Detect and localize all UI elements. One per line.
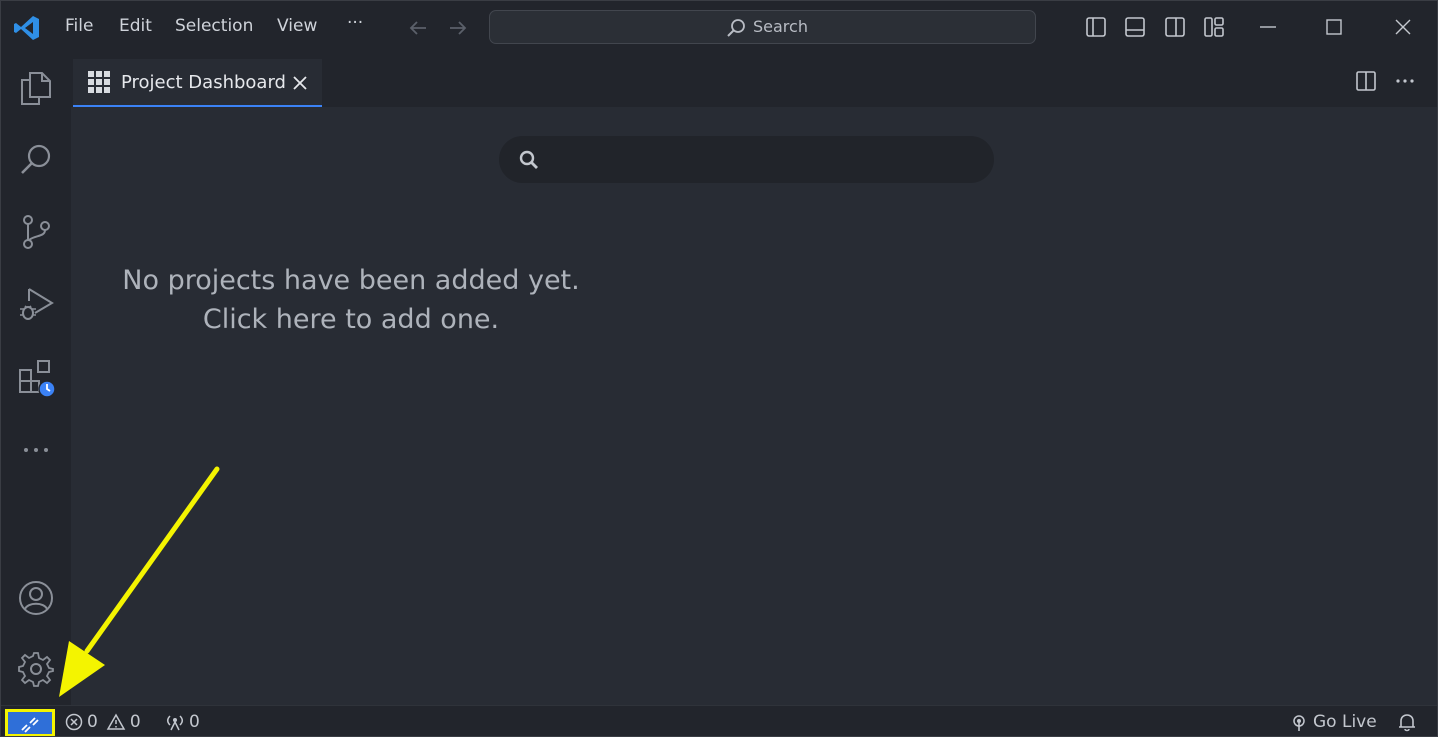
run-debug-icon[interactable]: [17, 285, 55, 323]
toggle-panel-icon[interactable]: [1124, 16, 1146, 38]
editor-more-actions-icon[interactable]: [1394, 70, 1416, 92]
split-editor-icon[interactable]: [1355, 70, 1377, 92]
menu-more[interactable]: ···: [347, 13, 363, 33]
toggle-secondary-sidebar-icon[interactable]: [1164, 16, 1186, 38]
account-icon[interactable]: [17, 579, 55, 617]
dashboard-search-input[interactable]: [499, 136, 994, 183]
customize-layout-icon[interactable]: [1203, 16, 1225, 38]
ports-count: 0: [189, 712, 200, 732]
search-icon[interactable]: [17, 141, 55, 179]
close-window-icon[interactable]: [1391, 15, 1415, 39]
toggle-primary-sidebar-icon[interactable]: [1085, 16, 1107, 38]
status-bar: 0 0 0 Go Live: [1, 705, 1437, 736]
forward-arrow-icon[interactable]: [447, 17, 469, 39]
warning-count: 0: [129, 712, 141, 732]
go-live-label: Go Live: [1313, 712, 1377, 732]
vscode-logo-icon: [14, 16, 39, 40]
error-icon: [65, 713, 83, 731]
empty-state-line1: No projects have been added yet.: [122, 265, 580, 296]
search-icon: [519, 150, 538, 169]
back-arrow-icon[interactable]: [407, 17, 429, 39]
menu-edit[interactable]: Edit: [119, 16, 152, 36]
activity-bar: [1, 53, 71, 705]
search-label: Search: [753, 17, 808, 36]
menu-selection[interactable]: Selection: [175, 16, 253, 36]
remote-indicator-button[interactable]: [5, 709, 55, 736]
empty-state-line2[interactable]: Click here to add one.: [111, 300, 591, 339]
explorer-icon[interactable]: [17, 69, 55, 107]
error-count: 0: [87, 712, 98, 732]
problems-indicator[interactable]: 0 0: [65, 712, 141, 732]
editor-tab-bar: Project Dashboard: [71, 53, 1437, 107]
tab-label: Project Dashboard: [121, 72, 286, 93]
gear-icon[interactable]: [17, 650, 55, 688]
source-control-icon[interactable]: [17, 213, 55, 251]
broadcast-icon: [167, 715, 183, 731]
broadcast-icon: [1293, 715, 1305, 731]
menu-view[interactable]: View: [277, 16, 317, 36]
maximize-icon[interactable]: [1322, 15, 1346, 39]
bell-icon[interactable]: [1397, 712, 1417, 732]
extensions-icon[interactable]: [17, 359, 55, 397]
empty-state-message[interactable]: No projects have been added yet. Click h…: [111, 261, 591, 339]
minimize-icon[interactable]: [1256, 15, 1280, 39]
tab-project-dashboard[interactable]: Project Dashboard: [73, 59, 322, 107]
ports-indicator[interactable]: 0: [165, 712, 200, 732]
remote-icon: [21, 717, 39, 733]
vscode-window: File Edit Selection View ··· Search Proj…: [0, 0, 1438, 737]
close-tab-icon[interactable]: [291, 74, 309, 92]
go-live-button[interactable]: Go Live: [1289, 712, 1377, 732]
editor-area: No projects have been added yet. Click h…: [71, 107, 1437, 705]
grid-icon: [88, 71, 110, 93]
more-icon[interactable]: [17, 431, 55, 469]
command-center-search[interactable]: Search: [489, 10, 1036, 44]
search-icon: [727, 19, 745, 37]
title-bar: File Edit Selection View ··· Search: [1, 1, 1437, 53]
warning-icon: [106, 713, 126, 730]
menu-file[interactable]: File: [65, 16, 93, 36]
